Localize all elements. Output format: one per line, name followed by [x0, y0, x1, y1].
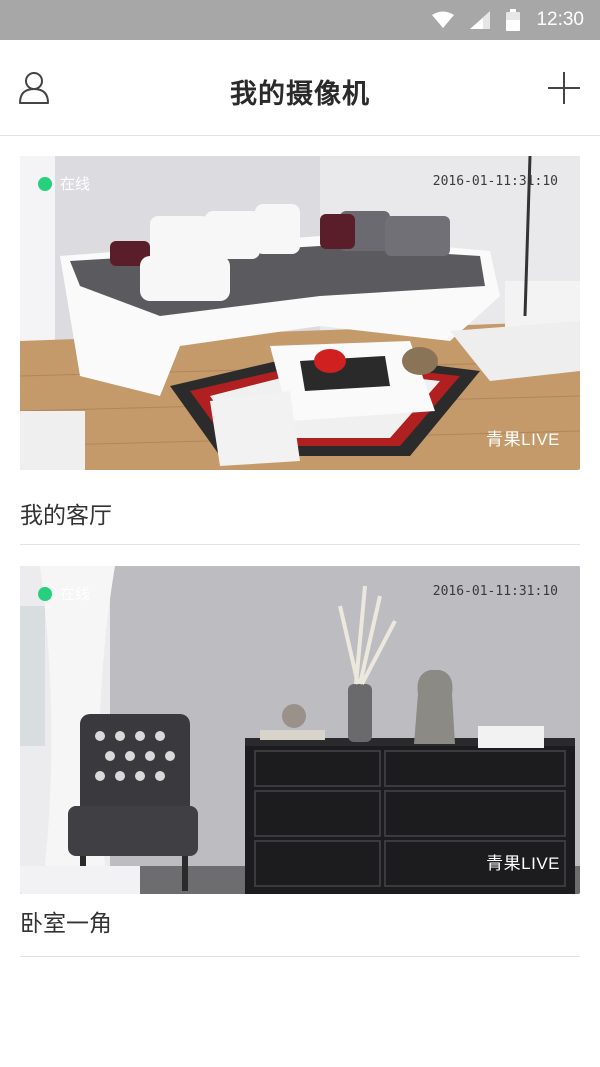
camera-name[interactable]: 我的客厅: [20, 496, 580, 529]
camera-name[interactable]: 卧室一角: [20, 904, 580, 937]
wifi-icon: [432, 11, 455, 28]
clock: 12:30: [536, 9, 584, 30]
camera-preview[interactable]: 在线 2016-01-11:31:10 青果LIVE: [20, 566, 580, 894]
status-label: 在线: [60, 175, 91, 193]
brand-watermark: 青果LIVE: [486, 430, 560, 449]
online-status: 在线: [38, 583, 90, 604]
app-header: 我的摄像机: [0, 40, 600, 136]
add-camera-button[interactable]: [544, 68, 584, 108]
battery-icon: [506, 9, 521, 31]
online-status: 在线: [38, 173, 90, 194]
camera-timestamp: 2016-01-11:31:10: [432, 584, 558, 599]
camera-card[interactable]: 在线 2016-01-11:31:10 青果LIVE 我的客厅: [20, 156, 580, 529]
divider: [20, 956, 580, 957]
add-icon: [548, 72, 580, 104]
status-label: 在线: [60, 585, 91, 603]
cellular-signal-icon: [470, 11, 491, 29]
online-dot: [38, 176, 52, 191]
status-bar: 12:30: [0, 0, 600, 40]
bedroom-snapshot: [20, 566, 580, 894]
online-dot: [38, 586, 52, 601]
divider: [20, 544, 580, 545]
camera-card[interactable]: 在线 2016-01-11:31:10 青果LIVE 卧室一角: [20, 566, 580, 937]
page-title: 我的摄像机: [230, 79, 370, 110]
brand-watermark: 青果LIVE: [486, 854, 560, 873]
camera-preview[interactable]: 在线 2016-01-11:31:10 青果LIVE: [20, 156, 580, 470]
living-room-snapshot: [20, 156, 580, 470]
camera-timestamp: 2016-01-11:31:10: [432, 174, 558, 189]
